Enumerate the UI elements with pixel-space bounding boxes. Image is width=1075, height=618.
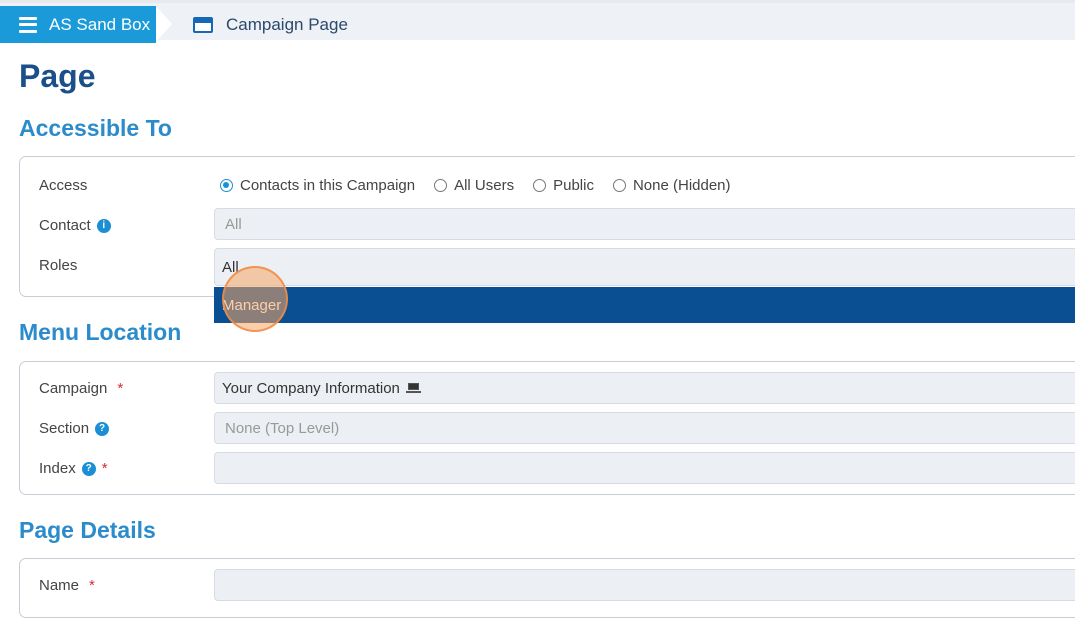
accessible-to-card: Access Contacts in this Campaign All Use… — [19, 156, 1075, 297]
app-name: AS Sand Box — [49, 14, 151, 34]
campaign-select[interactable]: Your Company Information — [214, 372, 1075, 404]
laptop-icon — [405, 383, 421, 393]
roles-dropdown-option-manager[interactable]: Manager — [214, 287, 1075, 323]
top-bar: AS Sand Box Campaign Page — [0, 0, 1075, 43]
index-input[interactable] — [214, 452, 1075, 484]
radio-button[interactable] — [533, 179, 547, 192]
section-select[interactable]: None (Top Level) — [214, 412, 1075, 444]
radio-contacts-in-campaign[interactable]: Contacts in this Campaign — [220, 177, 415, 194]
accessible-to-heading: Accessible To — [19, 115, 172, 141]
contact-select[interactable]: All — [214, 208, 1075, 240]
radio-all-users[interactable]: All Users — [434, 177, 514, 194]
radio-button[interactable] — [434, 179, 448, 192]
page-details-heading: Page Details — [19, 517, 156, 543]
help-icon[interactable]: ? — [95, 421, 110, 436]
menu-location-heading: Menu Location — [19, 319, 182, 345]
page-icon — [193, 16, 213, 33]
help-icon[interactable]: ? — [81, 461, 96, 476]
hamburger-icon[interactable] — [19, 16, 37, 33]
contact-label: Contact i — [39, 217, 111, 234]
app-breadcrumb[interactable]: AS Sand Box — [0, 6, 170, 43]
access-radio-group: Contacts in this Campaign All Users Publ… — [220, 177, 750, 194]
index-label: Index ? * — [39, 460, 108, 477]
page-breadcrumb[interactable]: Campaign Page — [193, 6, 348, 43]
menu-location-card: Campaign * Your Company Information Secti… — [19, 361, 1075, 495]
name-input[interactable] — [214, 569, 1075, 601]
radio-button[interactable] — [612, 179, 626, 192]
section-label: Section ? — [39, 420, 110, 437]
page-breadcrumb-label: Campaign Page — [226, 14, 348, 34]
radio-public[interactable]: Public — [533, 177, 594, 194]
roles-select[interactable]: All — [214, 248, 1075, 286]
info-icon[interactable]: i — [96, 218, 111, 233]
roles-label: Roles — [39, 257, 78, 274]
click-indicator — [222, 266, 288, 332]
access-label: Access — [39, 177, 88, 194]
breadcrumb-separator — [156, 6, 172, 42]
radio-none-hidden[interactable]: None (Hidden) — [612, 177, 731, 194]
campaign-label: Campaign * — [39, 380, 124, 397]
name-label: Name * — [39, 577, 95, 594]
page-title: Page — [19, 58, 96, 94]
page-details-card: Name * — [19, 558, 1075, 618]
radio-button[interactable] — [220, 179, 233, 192]
